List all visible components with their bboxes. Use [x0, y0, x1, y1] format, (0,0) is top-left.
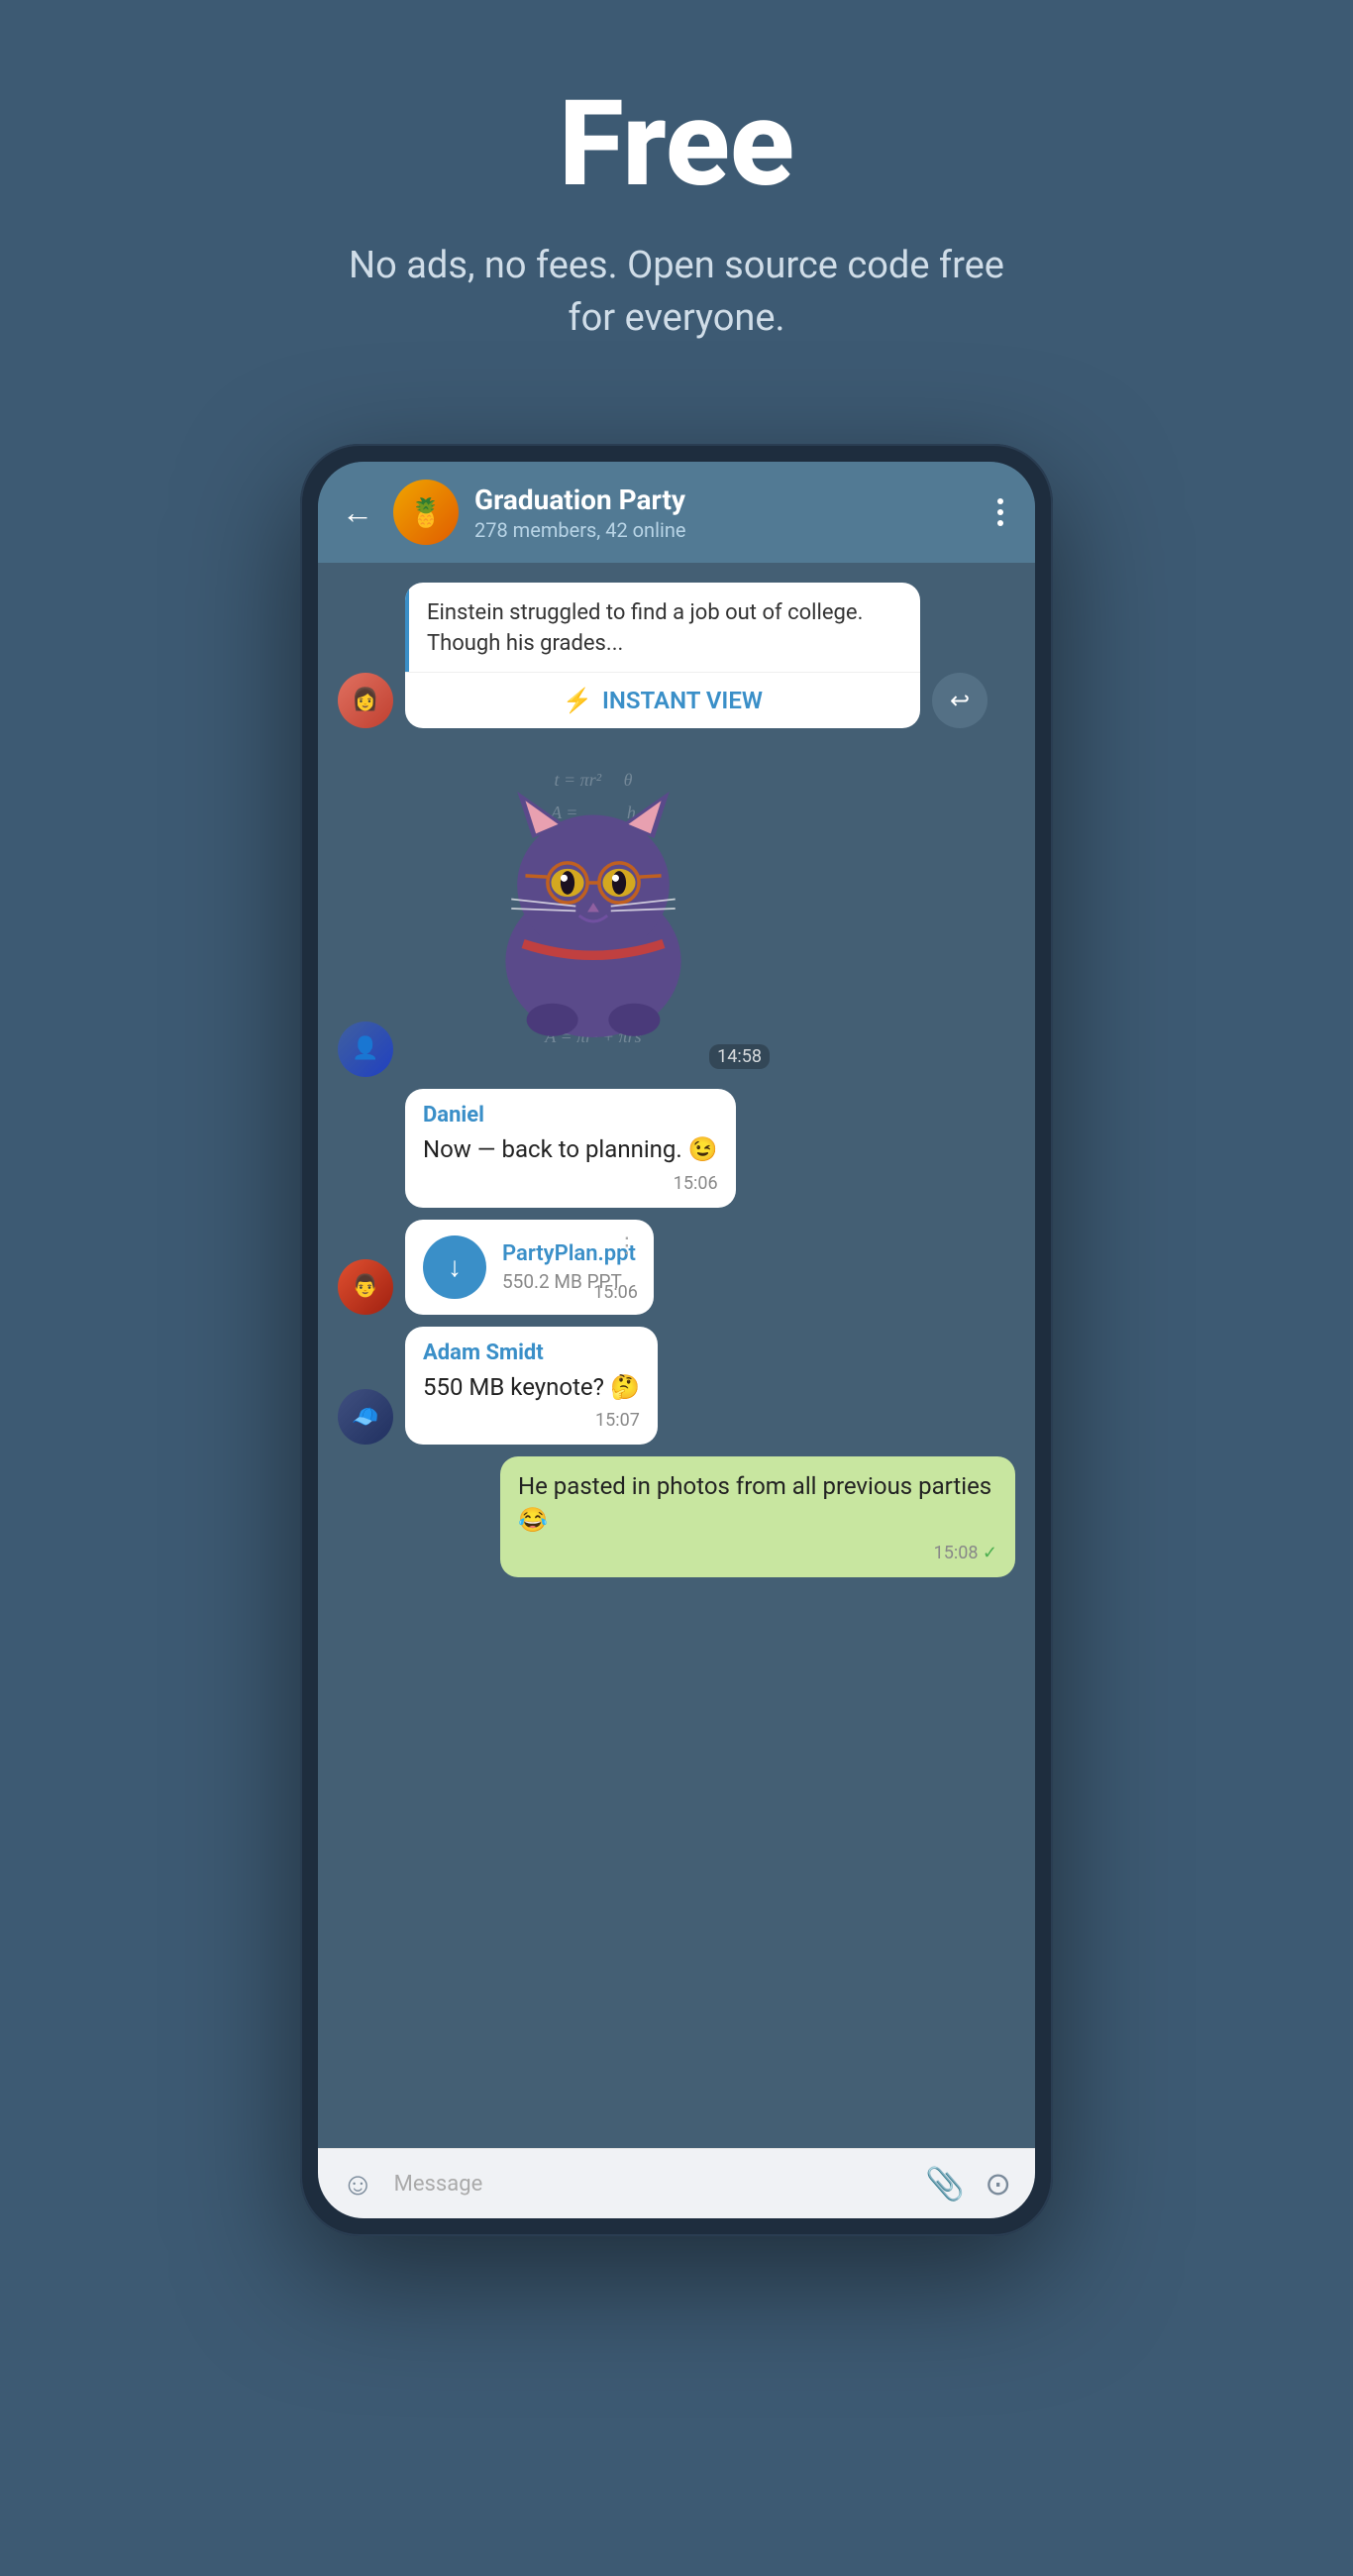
avatar-guy2: 👨 — [338, 1259, 393, 1315]
own-time: 15:08 — [518, 1543, 997, 1563]
article-text: Einstein struggled to find a job out of … — [405, 583, 920, 672]
file-bubble: ↓ PartyPlan.ppt 550.2 MB PPT ⋮ 15:06 — [405, 1220, 654, 1315]
hero-title: Free — [20, 79, 1333, 210]
daniel-text: Now — back to planning. 😉 — [423, 1133, 718, 1167]
message-input[interactable]: Message — [394, 2172, 906, 2197]
sticker-box: t = πr² θ A = h V = l³ s P = 2πr A = πr²… — [405, 740, 781, 1077]
sticker-row: 👤 t = πr² θ A = h V = l³ s P = 2πr A = π… — [338, 740, 1015, 1077]
group-info: Graduation Party 278 members, 42 online — [474, 483, 974, 542]
lightning-icon: ⚡ — [563, 687, 592, 714]
forward-icon: ↩ — [950, 687, 970, 714]
group-status: 278 members, 42 online — [474, 518, 974, 542]
camera-button[interactable]: ⊙ — [985, 2165, 1011, 2202]
daniel-time: 15:06 — [423, 1173, 718, 1194]
sticker-time: 14:58 — [709, 1044, 770, 1069]
phone-outer: ← 🍍 Graduation Party 278 members, 42 onl… — [300, 444, 1053, 2236]
avatar-girl: 👩 — [338, 673, 393, 728]
article-message-row: 👩 Einstein struggled to find a job out o… — [338, 583, 1015, 728]
instant-view-label: INSTANT VIEW — [602, 687, 763, 714]
phone-mockup: ← 🍍 Graduation Party 278 members, 42 onl… — [300, 444, 1053, 2236]
forward-button[interactable]: ↩ — [932, 673, 988, 728]
cat-svg — [474, 780, 712, 1037]
group-avatar-emoji: 🍍 — [409, 496, 444, 529]
file-time: 15:06 — [593, 1282, 638, 1303]
file-more-button[interactable]: ⋮ — [616, 1234, 638, 1258]
input-bar: ☺ Message 📎 ⊙ — [318, 2148, 1035, 2218]
daniel-bubble: Daniel Now — back to planning. 😉 15:06 — [405, 1089, 736, 1208]
more-options-button[interactable] — [989, 490, 1011, 534]
chat-header: ← 🍍 Graduation Party 278 members, 42 onl… — [318, 462, 1035, 563]
article-bubble: Einstein struggled to find a job out of … — [405, 583, 920, 728]
emoji-button[interactable]: ☺ — [342, 2165, 374, 2202]
avatar-guy3: 🧢 — [338, 1389, 393, 1445]
own-text: He pasted in photos from all previous pa… — [518, 1470, 997, 1537]
own-message-row: He pasted in photos from all previous pa… — [338, 1456, 1015, 1577]
hero-subtitle: No ads, no fees. Open source code free f… — [330, 240, 1023, 345]
dot1 — [997, 498, 1003, 504]
adam-bubble: Adam Smidt 550 MB keynote? 🤔 15:07 — [405, 1327, 658, 1446]
file-message-row: 👨 ↓ PartyPlan.ppt 550.2 MB PPT ⋮ 15:06 — [338, 1220, 1015, 1315]
adam-time: 15:07 — [423, 1410, 640, 1431]
adam-message-row: 🧢 Adam Smidt 550 MB keynote? 🤔 15:07 — [338, 1327, 1015, 1446]
phone-inner: ← 🍍 Graduation Party 278 members, 42 onl… — [318, 462, 1035, 2218]
hero-section: Free No ads, no fees. Open source code f… — [0, 0, 1353, 384]
own-bubble: He pasted in photos from all previous pa… — [500, 1456, 1015, 1577]
download-button[interactable]: ↓ — [423, 1235, 486, 1299]
group-name: Graduation Party — [474, 483, 974, 516]
daniel-sender: Daniel — [423, 1103, 718, 1127]
chat-body: 👩 Einstein struggled to find a job out o… — [318, 563, 1035, 2148]
instant-view-button[interactable]: ⚡ INSTANT VIEW — [405, 672, 920, 728]
adam-text: 550 MB keynote? 🤔 — [423, 1371, 640, 1405]
dot3 — [997, 520, 1003, 526]
group-avatar: 🍍 — [393, 480, 459, 545]
daniel-message-row: Daniel Now — back to planning. 😉 15:06 — [338, 1089, 1015, 1208]
attach-button[interactable]: 📎 — [925, 2165, 965, 2202]
dot2 — [997, 509, 1003, 515]
avatar-guy1: 👤 — [338, 1021, 393, 1077]
cat-sticker — [405, 740, 781, 1077]
back-button[interactable]: ← — [342, 493, 373, 531]
adam-sender: Adam Smidt — [423, 1341, 640, 1365]
